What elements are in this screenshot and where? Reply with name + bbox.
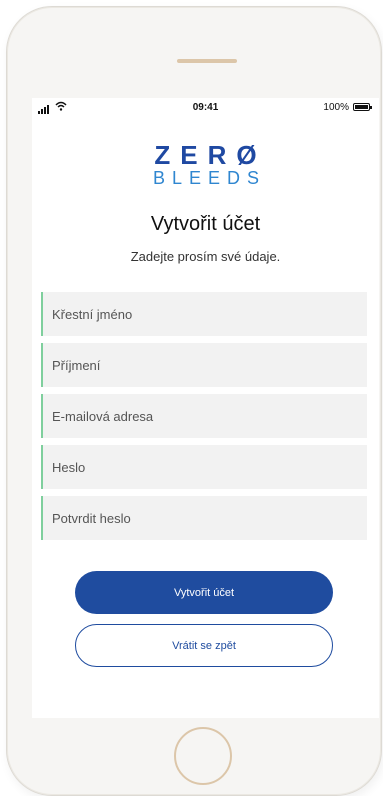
battery-icon bbox=[353, 103, 372, 111]
password-field[interactable] bbox=[41, 445, 367, 489]
page-title: Vytvořit účet bbox=[150, 213, 261, 235]
first-name-field[interactable] bbox=[41, 292, 367, 336]
last-name-field[interactable] bbox=[41, 343, 367, 387]
logo-top-text: ZERØ bbox=[154, 140, 267, 170]
status-bar: 09:41 100% bbox=[32, 98, 379, 118]
go-back-button[interactable]: Vrátit se zpět bbox=[75, 624, 333, 667]
page-subtitle: Zadejte prosím své údaje. bbox=[130, 249, 281, 264]
app-screen: 09:41 100% ZERØ BLEEDS Vytvořit účet Zad… bbox=[32, 98, 379, 718]
logo-bottom-text: BLEEDS bbox=[152, 168, 267, 188]
confirm-password-field[interactable] bbox=[41, 496, 367, 540]
create-account-button[interactable]: Vytvořit účet bbox=[75, 571, 333, 614]
home-button[interactable] bbox=[174, 727, 232, 785]
phone-frame: 09:41 100% ZERØ BLEEDS Vytvořit účet Zad… bbox=[6, 6, 382, 796]
email-field[interactable] bbox=[41, 394, 367, 438]
zerobleeds-logo: ZERØ BLEEDS bbox=[32, 142, 379, 188]
battery-percent: 100% bbox=[323, 102, 349, 113]
phone-speaker bbox=[177, 59, 237, 63]
signup-form bbox=[41, 292, 367, 547]
